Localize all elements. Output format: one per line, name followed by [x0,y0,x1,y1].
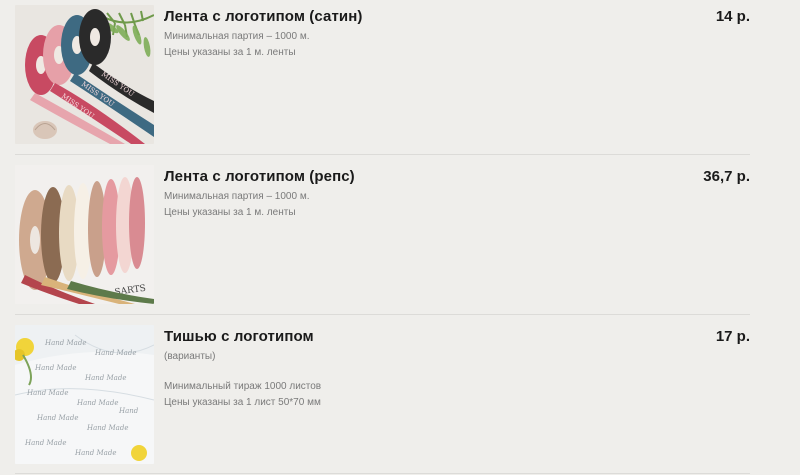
product-item-satin-ribbon[interactable]: MISS YOU MISS YOU MISS YOU Лента с логот… [15,5,750,145]
item-divider [15,473,750,474]
svg-text:Hand Made: Hand Made [26,389,68,397]
grosgrain-ribbon-image[interactable]: SARTS [15,165,154,304]
svg-text:Hand: Hand [118,407,139,415]
product-note-min-print-run: Минимальный тираж 1000 листов [164,381,322,392]
svg-text:Hand Made: Hand Made [34,364,76,372]
svg-text:Hand Made: Hand Made [84,374,126,382]
satin-ribbon-image[interactable]: MISS YOU MISS YOU MISS YOU [15,5,154,144]
product-title[interactable]: Лента с логотипом (репс) [164,168,355,185]
product-subtitle-variants[interactable]: (варианты) [164,351,215,362]
svg-text:Hand Made: Hand Made [86,424,128,432]
product-list: MISS YOU MISS YOU MISS YOU Лента с логот… [0,0,800,475]
item-divider [15,314,750,315]
svg-text:Hand Made: Hand Made [24,439,66,447]
svg-text:Hand Made: Hand Made [76,399,118,407]
product-item-tissue[interactable]: Hand Made Hand Made Hand Made Hand Made … [15,325,750,465]
product-item-grosgrain-ribbon[interactable]: SARTS Лента с логотипом (репс) 36,7 р. М… [15,165,750,305]
product-note-min-batch: Минимальная партия – 1000 м. [164,31,310,42]
product-note-price-unit: Цены указаны за 1 м. ленты [164,207,296,218]
product-note-min-batch: Минимальная партия – 1000 м. [164,191,310,202]
tissue-paper-image[interactable]: Hand Made Hand Made Hand Made Hand Made … [15,325,154,464]
product-price: 14 р. [715,8,750,25]
product-price: 17 р. [715,328,750,345]
product-price: 36,7 р. [703,168,750,185]
product-note-price-unit: Цены указаны за 1 лист 50*70 мм [164,397,321,408]
svg-text:Hand Made: Hand Made [94,349,136,357]
svg-text:Hand Made: Hand Made [44,339,86,347]
svg-text:Hand Made: Hand Made [74,449,116,457]
product-note-price-unit: Цены указаны за 1 м. ленты [164,47,296,58]
product-title[interactable]: Лента с логотипом (сатин) [164,8,362,25]
svg-text:Hand Made: Hand Made [36,414,78,422]
product-title[interactable]: Тишью с логотипом [164,328,314,345]
item-divider [15,154,750,155]
